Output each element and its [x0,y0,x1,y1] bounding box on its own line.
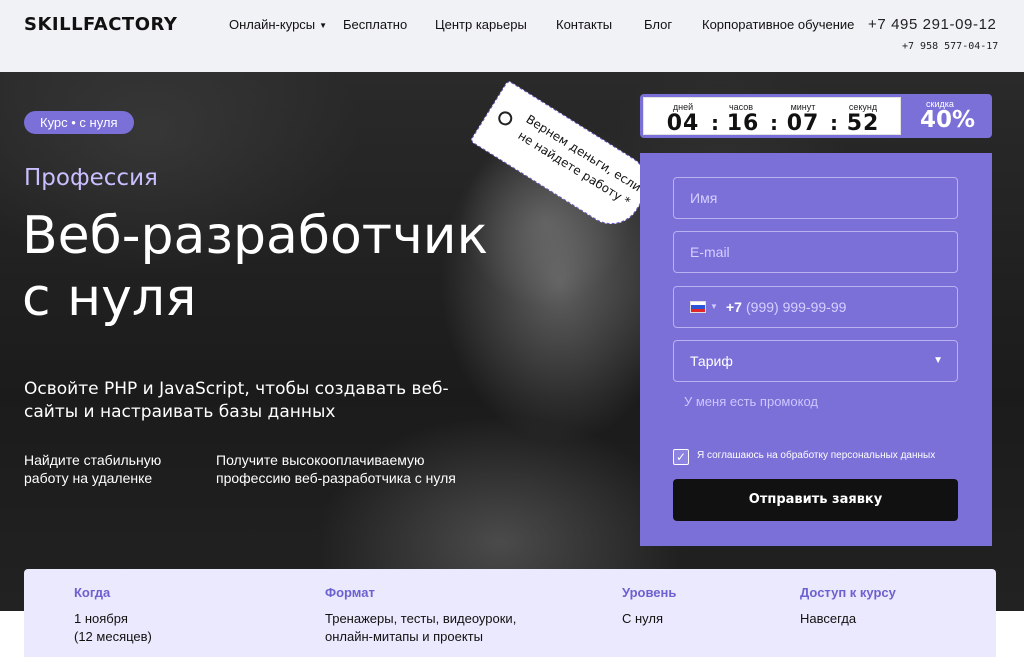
timer-days: 04 [666,111,700,136]
email-input[interactable]: E-mail [673,231,958,273]
countdown-timer: дней 04 : часов 16 : минут 07 : секунд 5… [640,94,992,138]
promo-code-link[interactable]: У меня есть промокод [684,394,818,409]
chevron-down-icon: ▼ [933,355,943,366]
hero-subtitle: Освойте PHP и JavaScript, чтобы создават… [24,379,449,422]
timer-box: дней 04 : часов 16 : минут 07 : секунд 5… [643,97,901,136]
chevron-down-icon: ▼ [319,21,328,30]
nav-free[interactable]: Бесплатно [343,17,407,32]
phone-input[interactable]: ▼ +7 (999) 999-99-99 [673,286,958,328]
submit-button[interactable]: Отправить заявку [673,479,958,521]
tariff-label: Тариф [690,353,733,369]
info-heading: Уровень [622,585,677,600]
timer-hours: 16 [726,111,760,136]
course-badge: Курс • с нуля [24,111,134,134]
phone-prefix: +7 [726,299,742,315]
phone-main[interactable]: +7 495 291-09-12 [868,16,996,33]
chevron-down-icon: ▼ [710,302,718,311]
russia-flag-icon[interactable] [690,301,706,313]
feature-remote-job: Найдите стабильную работу на удаленке [24,452,162,486]
info-value: С нуля [622,611,664,626]
consent-label: Я соглашаюсь на обработку персональных д… [697,450,936,461]
info-when: Когда 1 ноября (12 месяцев) [74,585,152,646]
tag-hole-icon [495,108,515,129]
money-back-text: Вернем деньги, если не найдете работу * [515,112,644,209]
hero-section: Курс • с нуля Профессия Веб-разработчик … [0,72,1024,611]
discount-value: 40% [920,107,976,133]
course-info-bar: Когда 1 ноября (12 месяцев) Формат Трена… [24,569,996,657]
title-line-2: с нуля [22,268,197,328]
timer-colon: : [830,111,838,135]
page-title: Веб-разработчик с нуля [22,205,488,329]
signup-form: Имя E-mail ▼ +7 (999) 999-99-99 Тариф ▼ … [640,153,992,546]
nav-corporate[interactable]: Корпоративное обучение [702,17,854,32]
name-input[interactable]: Имя [673,177,958,219]
info-value: 1 ноября (12 месяцев) [74,611,152,644]
profession-label: Профессия [24,165,158,191]
info-access: Доступ к курсу Навсегда [800,585,896,628]
tariff-select[interactable]: Тариф ▼ [673,340,958,382]
info-value: Навсегда [800,611,857,626]
logo[interactable]: SKILLFACTORY [24,14,177,35]
nav-online-courses-label: Онлайн-курсы [229,17,316,32]
info-value: Тренажеры, тесты, видеоуроки, онлайн-мит… [325,611,517,644]
nav-contacts[interactable]: Контакты [556,17,612,32]
timer-seconds: 52 [846,111,880,136]
timer-colon: : [770,111,778,135]
info-format: Формат Тренажеры, тесты, видеоуроки, онл… [325,585,516,646]
phone-placeholder: (999) 999-99-99 [746,299,847,315]
nav-career-center[interactable]: Центр карьеры [435,17,527,32]
money-back-tag: Вернем деньги, если не найдете работу * [469,80,659,236]
nav-blog[interactable]: Блог [644,17,672,32]
check-icon: ✓ [675,450,687,464]
feature-high-salary: Получите высокооплачиваемую профессию ве… [216,452,456,486]
nav-online-courses[interactable]: Онлайн-курсы ▼ [229,17,327,32]
phone-alt[interactable]: +7 958 577-04-17 [902,41,998,52]
title-line-1: Веб-разработчик [22,206,488,266]
info-level: Уровень С нуля [622,585,676,628]
timer-minutes: 07 [786,111,820,136]
site-header: SKILLFACTORY Онлайн-курсы ▼ Бесплатно Цен… [0,0,1024,72]
info-heading: Формат [325,585,375,600]
consent-checkbox[interactable]: ✓ [673,449,689,465]
info-heading: Когда [74,585,111,600]
info-heading: Доступ к курсу [800,585,896,600]
